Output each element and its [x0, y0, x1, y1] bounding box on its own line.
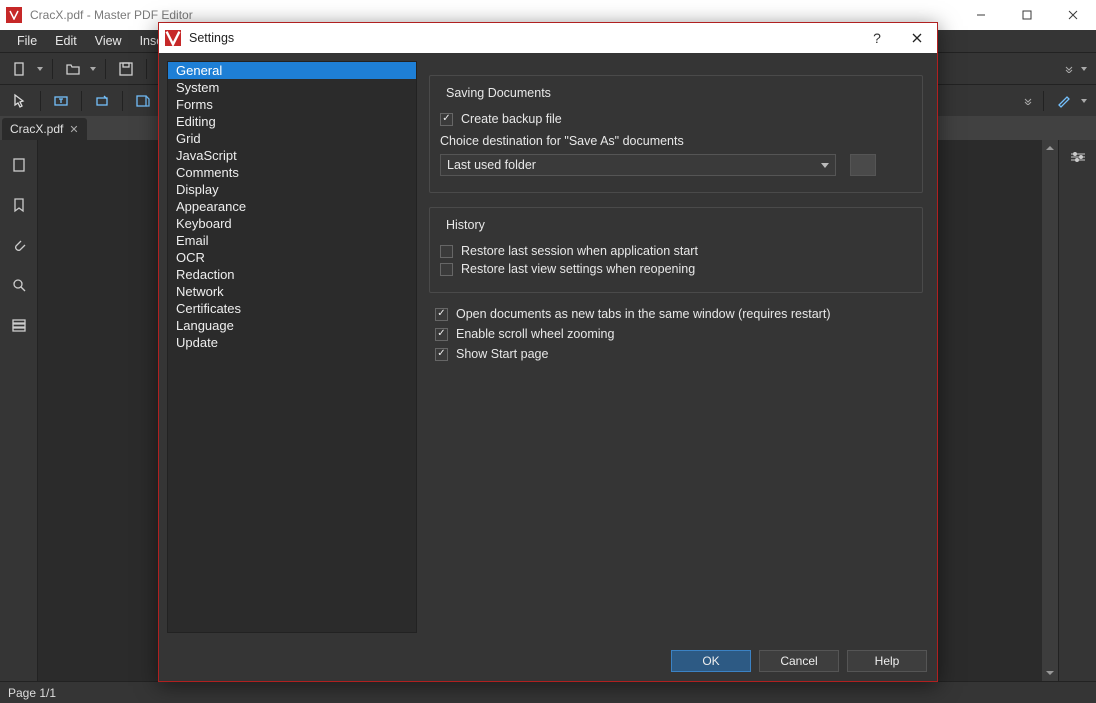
category-editing[interactable]: Editing	[168, 113, 416, 130]
open-as-tabs-label: Open documents as new tabs in the same w…	[456, 307, 830, 321]
category-redaction[interactable]: Redaction	[168, 266, 416, 283]
category-ocr[interactable]: OCR	[168, 249, 416, 266]
browse-dest-button[interactable]	[850, 154, 876, 176]
category-language[interactable]: Language	[168, 317, 416, 334]
attachments-icon[interactable]	[8, 234, 30, 256]
restore-session-checkbox[interactable]	[440, 245, 453, 258]
category-email[interactable]: Email	[168, 232, 416, 249]
thumbnails-icon[interactable]	[8, 154, 30, 176]
open-dropdown[interactable]	[89, 57, 97, 81]
dialog-footer: OK Cancel Help	[159, 641, 937, 681]
category-keyboard[interactable]: Keyboard	[168, 215, 416, 232]
category-comments[interactable]: Comments	[168, 164, 416, 181]
text-tool-icon[interactable]	[49, 89, 73, 113]
settings-category-list[interactable]: General System Forms Editing Grid JavaSc…	[167, 61, 417, 633]
create-backup-checkbox[interactable]	[440, 113, 453, 126]
category-display[interactable]: Display	[168, 181, 416, 198]
dialog-close-button[interactable]	[897, 33, 937, 43]
chevron-down-icon	[821, 158, 829, 172]
page-indicator: Page 1/1	[8, 686, 56, 700]
maximize-button[interactable]	[1004, 0, 1050, 30]
search-icon[interactable]	[8, 274, 30, 296]
category-grid[interactable]: Grid	[168, 130, 416, 147]
toolbar-menu[interactable]	[1080, 57, 1088, 81]
history-group: History Restore last session when applic…	[429, 207, 923, 293]
tab-close-icon[interactable]: ✕	[69, 123, 78, 136]
restore-session-label: Restore last session when application st…	[461, 244, 698, 258]
properties-panel-icon[interactable]	[1069, 150, 1087, 169]
scroll-up-icon[interactable]	[1042, 140, 1058, 156]
menu-file[interactable]: File	[8, 32, 46, 50]
show-start-page-checkbox[interactable]	[435, 348, 448, 361]
highlighter-dropdown[interactable]	[1080, 89, 1088, 113]
bookmarks-icon[interactable]	[8, 194, 30, 216]
scroll-zoom-checkbox[interactable]	[435, 328, 448, 341]
category-system[interactable]: System	[168, 79, 416, 96]
layers-icon[interactable]	[8, 314, 30, 336]
scroll-zoom-label: Enable scroll wheel zooming	[456, 327, 614, 341]
saveas-dest-value: Last used folder	[447, 158, 536, 172]
cancel-button[interactable]: Cancel	[759, 650, 839, 672]
dialog-help-icon[interactable]: ?	[857, 30, 897, 46]
new-file-icon[interactable]	[8, 57, 32, 81]
pointer-tool-icon[interactable]	[8, 89, 32, 113]
object-tool-icon[interactable]	[90, 89, 114, 113]
saveas-dest-combo[interactable]: Last used folder	[440, 154, 836, 176]
minimize-button[interactable]	[958, 0, 1004, 30]
menu-edit[interactable]: Edit	[46, 32, 86, 50]
saving-documents-group: Saving Documents Create backup file Choi…	[429, 75, 923, 193]
app-logo-icon	[6, 7, 22, 23]
right-dock	[1058, 140, 1096, 681]
open-folder-icon[interactable]	[61, 57, 85, 81]
restore-view-checkbox[interactable]	[440, 263, 453, 276]
category-javascript[interactable]: JavaScript	[168, 147, 416, 164]
document-tab[interactable]: CracX.pdf ✕	[2, 118, 87, 140]
show-start-page-label: Show Start page	[456, 347, 548, 361]
tools-overflow[interactable]	[1021, 97, 1035, 105]
dialog-logo-icon	[165, 30, 181, 46]
saving-group-title: Saving Documents	[442, 86, 555, 100]
save-icon[interactable]	[114, 57, 138, 81]
category-appearance[interactable]: Appearance	[168, 198, 416, 215]
saveas-dest-label: Choice destination for "Save As" documen…	[440, 134, 912, 148]
create-backup-label: Create backup file	[461, 112, 562, 126]
highlighter-icon[interactable]	[1052, 89, 1076, 113]
settings-panel: Saving Documents Create backup file Choi…	[427, 61, 929, 633]
category-update[interactable]: Update	[168, 334, 416, 351]
category-network[interactable]: Network	[168, 283, 416, 300]
restore-view-label: Restore last view settings when reopenin…	[461, 262, 695, 276]
close-button[interactable]	[1050, 0, 1096, 30]
scroll-down-icon[interactable]	[1042, 665, 1058, 681]
dialog-titlebar: Settings ?	[159, 23, 937, 53]
form-tool-icon[interactable]	[131, 89, 155, 113]
settings-dialog: Settings ? General System Forms Editing …	[158, 22, 938, 682]
category-general[interactable]: General	[168, 62, 416, 79]
help-button[interactable]: Help	[847, 650, 927, 672]
ok-button[interactable]: OK	[671, 650, 751, 672]
left-dock	[0, 140, 38, 681]
new-file-dropdown[interactable]	[36, 57, 44, 81]
toolbar-overflow[interactable]	[1062, 65, 1076, 73]
tab-label: CracX.pdf	[10, 122, 63, 136]
open-as-tabs-checkbox[interactable]	[435, 308, 448, 321]
menu-view[interactable]: View	[86, 32, 131, 50]
window-title: CracX.pdf - Master PDF Editor	[30, 8, 958, 22]
status-bar: Page 1/1	[0, 681, 1096, 703]
dialog-title: Settings	[189, 31, 857, 45]
vertical-scrollbar[interactable]	[1042, 140, 1058, 681]
history-group-title: History	[442, 218, 489, 232]
category-forms[interactable]: Forms	[168, 96, 416, 113]
category-certificates[interactable]: Certificates	[168, 300, 416, 317]
